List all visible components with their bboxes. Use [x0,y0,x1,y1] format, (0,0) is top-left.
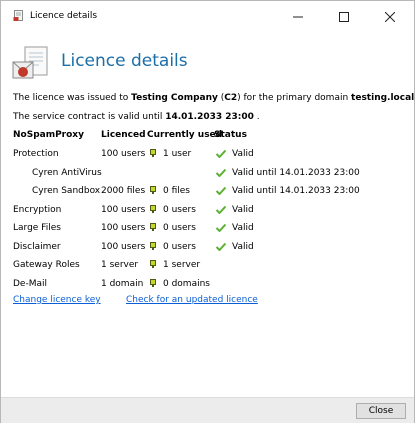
row-name: Cyren AntiVirus [32,168,102,178]
header-nospamproxy: NoSpamProxy [13,130,84,140]
row-used: 0 users [163,223,196,233]
row-status: Valid [232,223,254,233]
row-used: 1 user [163,149,192,159]
row-status: Valid until 14.01.2033 23:00 [232,186,360,196]
minimize-button[interactable] [275,1,321,32]
plug-icon [150,242,156,250]
row-name: Gateway Roles [13,260,80,270]
plug-icon [150,260,156,268]
header-status: Status [214,130,247,140]
primary-domain: testing.local [351,93,415,103]
plug-icon [150,279,156,287]
company-name: Testing Company [131,93,218,103]
domain-text: for the primary domain [240,93,352,103]
valid-date: 14.01.2033 23:00 [165,112,254,122]
row-name: Disclaimer [13,242,61,252]
table-row: Cyren AntiVirus Valid until 14.01.2033 2… [13,168,408,180]
header-currently-used: Currently used [147,130,223,140]
change-licence-key-link[interactable]: Change licence key [13,295,101,305]
table-row: Cyren Sandbox 2000 files 0 files Valid u… [13,186,408,198]
row-name: Large Files [13,223,61,233]
check-icon [215,242,227,252]
plug-icon [150,149,156,157]
company-code: C2 [224,93,238,103]
row-licenced: 100 users [101,205,146,215]
row-licenced: 1 domain [101,279,144,289]
row-used: 1 server [163,260,201,270]
plug-icon [150,205,156,213]
app-document-icon [13,10,25,22]
close-window-button[interactable] [367,1,413,32]
row-licenced: 100 users [101,223,146,233]
check-updated-licence-link[interactable]: Check for an updated licence [126,295,258,305]
row-licenced: 100 users [101,149,146,159]
row-used: 0 domains [163,279,210,289]
row-licenced: 100 users [101,242,146,252]
row-used: 0 users [163,242,196,252]
valid-prefix: The service contract is valid until [13,112,166,122]
window-title: Licence details [30,11,98,21]
row-used: 0 files [163,186,190,196]
title-bar: Licence details [1,1,414,32]
row-name: Cyren Sandbox [32,186,101,196]
row-used: 0 users [163,205,196,215]
licence-details-window: Licence details Licence details The lice… [0,0,415,423]
licence-certificate-icon [11,44,51,87]
row-status: Valid until 14.01.2033 23:00 [232,168,360,178]
valid-suffix: . [253,112,260,122]
contract-valid-line: The service contract is valid until 14.0… [13,112,260,122]
row-name: Protection [13,149,59,159]
row-licenced: 1 server [101,260,139,270]
row-name: De-Mail [13,279,47,289]
plug-icon [150,223,156,231]
check-icon [215,223,227,233]
table-row: Protection 100 users 1 user Valid [13,149,408,161]
check-icon [215,168,227,178]
table-row: Encryption 100 users 0 users Valid [13,205,408,217]
row-status: Valid [232,205,254,215]
row-name: Encryption [13,205,62,215]
close-button[interactable]: Close [356,403,406,419]
table-row: Disclaimer 100 users 0 users Valid [13,242,408,254]
maximize-button[interactable] [321,1,367,32]
issued-prefix: The licence was issued to [13,93,132,103]
table-row: Large Files 100 users 0 users Valid [13,223,408,235]
licence-issued-line: The licence was issued to Testing Compan… [13,93,415,103]
row-licenced: 2000 files [101,186,146,196]
header-licenced: Licenced [101,130,146,140]
check-icon [215,205,227,215]
table-row: Gateway Roles 1 server 1 server [13,260,408,272]
table-row: De-Mail 1 domain 0 domains [13,279,408,291]
row-status: Valid [232,149,254,159]
row-status: Valid [232,242,254,252]
page-heading: Licence details [61,51,188,71]
check-icon [215,149,227,159]
dialog-footer: Close [1,397,414,423]
plug-icon [150,186,156,194]
check-icon [215,186,227,196]
table-header-row: NoSpamProxy Licenced Currently used Stat… [13,130,408,142]
